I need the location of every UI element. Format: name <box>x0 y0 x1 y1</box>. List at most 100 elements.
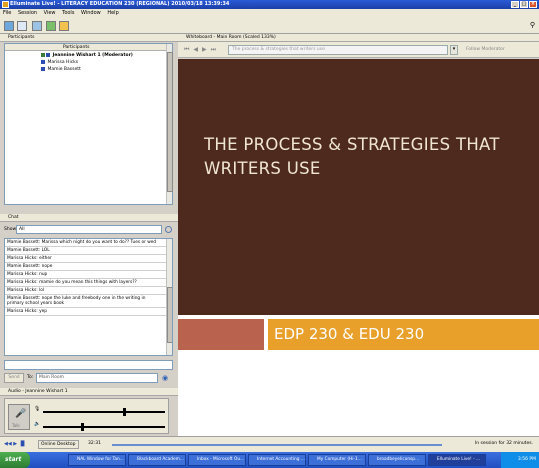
poll-icon[interactable] <box>59 21 69 31</box>
participants-title: Participants <box>8 35 35 40</box>
send-button[interactable]: Send <box>4 373 24 383</box>
mic-icon <box>41 52 45 57</box>
minimize-button[interactable]: _ <box>511 1 519 8</box>
person-icon <box>41 66 45 71</box>
scrollbar-thumb[interactable] <box>167 287 172 343</box>
whiteboard-toolbar: ⏮◀▶⏭ The process & strategies that write… <box>178 42 539 58</box>
whiteboard-layout-icon[interactable] <box>17 21 27 31</box>
chat-input[interactable] <box>4 360 173 370</box>
menu-bar: File Session View Tools Window Help <box>0 9 539 18</box>
slide-accent-block <box>178 319 264 350</box>
person-icon <box>46 52 50 57</box>
taskbar-item[interactable]: My Computer (Hi-1... <box>308 454 366 466</box>
page-nav-icons[interactable]: ⏮◀▶⏭ <box>184 46 220 54</box>
menu-session[interactable]: Session <box>18 10 37 16</box>
elluminate-app-icon <box>2 1 9 8</box>
main-toolbar: ⚲ <box>0 18 539 34</box>
audio-panel: 🎤 Talk 🎙 🔈 <box>4 398 169 434</box>
refresh-icon[interactable] <box>165 226 172 233</box>
participant-row-moderator[interactable]: Jeannine Wishart 1 (Moderator) <box>5 52 133 59</box>
window-title: Elluminate Live! - LITERACY EDUCATION 23… <box>10 1 230 7</box>
chat-scrollbar[interactable] <box>166 239 172 355</box>
status-bar: ◀◀ ▶ ▐▌ Online Desktop 32:31 In session … <box>0 436 539 452</box>
recipient-select[interactable]: Main Room <box>36 373 158 383</box>
taskbar-item[interactable]: Inbox - Microsoft Ou... <box>188 454 246 466</box>
slide-title-area <box>178 59 539 315</box>
chat-title: Chat <box>8 215 19 220</box>
search-icon[interactable]: ⚲ <box>530 21 535 29</box>
clock[interactable]: 3:56 PM <box>518 457 536 462</box>
send-row: Send To: Main Room ◉ <box>4 373 173 383</box>
microphone-volume-slider[interactable] <box>123 408 126 416</box>
participant-name: Jeannine Wishart 1 (Moderator) <box>52 53 133 58</box>
online-desktop-label: Online Desktop <box>41 442 76 447</box>
slide-title: THE PROCESS & STRATEGIES THAT WRITERS US… <box>204 135 500 178</box>
page-value: The process & strategies that writers us… <box>232 47 325 52</box>
system-tray: 3:56 PM <box>501 452 539 468</box>
talk-button[interactable]: 🎤 Talk <box>8 404 30 430</box>
chat-message: Marissa Hicks: yep <box>5 308 172 316</box>
follow-moderator-toggle[interactable]: Follow Moderator <box>466 47 505 52</box>
scrollbar-thumb[interactable] <box>167 52 173 192</box>
start-button[interactable]: start <box>0 452 30 468</box>
microphone-icon: 🎤 <box>15 409 27 419</box>
close-button[interactable]: × <box>529 1 537 8</box>
microphone-volume-track[interactable] <box>43 411 165 413</box>
menu-help[interactable]: Help <box>107 10 118 16</box>
chat-header: Chat <box>0 214 178 222</box>
show-label: Show <box>4 227 17 232</box>
app-share-icon[interactable] <box>32 21 42 31</box>
chat-message: Marissa Hicks: nup <box>5 271 172 279</box>
layout-icon[interactable] <box>4 21 14 31</box>
start-label: start <box>5 456 22 463</box>
participants-list: Participants Jeannine Wishart 1 (Moderat… <box>4 43 173 205</box>
chat-message: Mamie Bassett: Marissa which night do yo… <box>5 239 172 247</box>
participants-header: Participants <box>0 34 178 42</box>
session-timeline <box>112 444 442 446</box>
taskbar-item[interactable]: broadbeyeliconsp... <box>368 454 426 466</box>
session-clock: 32:31 <box>88 441 101 446</box>
chat-message: Marissa Hicks: mamie do you mean this th… <box>5 279 172 287</box>
speaker-volume-slider[interactable] <box>81 423 84 431</box>
participant-name: Marissa Hicks <box>47 60 79 65</box>
whiteboard-slide[interactable]: THE PROCESS & STRATEGIES THAT WRITERS US… <box>178 59 539 436</box>
audio-title: Audio - Jeannine Wishart 1 <box>8 389 68 394</box>
participant-row[interactable]: Mamie Bassett <box>5 66 81 73</box>
chat-message: Mamie Bassett: nope the luke and freebod… <box>5 295 172 308</box>
windows-taskbar: start NAL Window for Tan... Blackboard A… <box>0 452 539 468</box>
follow-moderator-label: Follow Moderator <box>466 47 505 52</box>
status-icons[interactable]: ◀◀ ▶ ▐▌ <box>4 441 26 447</box>
chat-messages: Mamie Bassett: Marissa which night do yo… <box>4 238 173 356</box>
taskbar-item[interactable]: Internet Accounting ... <box>248 454 306 466</box>
whiteboard-header: Whiteboard - Main Room (Scaled 133%) <box>178 34 539 42</box>
audio-header: Audio - Jeannine Wishart 1 <box>0 388 178 396</box>
eye-icon[interactable]: ◉ <box>162 374 168 382</box>
taskbar-item[interactable]: NAL Window for Tan... <box>68 454 126 466</box>
page-select[interactable]: The process & strategies that writers us… <box>228 45 448 55</box>
show-select[interactable]: All <box>16 225 162 234</box>
taskbar-item-active[interactable]: Elluminate Live! - ... <box>428 454 486 466</box>
participants-column-label: Participants <box>63 45 90 50</box>
session-duration: In session for 32 minutes. <box>474 441 533 446</box>
whiteboard-title: Whiteboard - Main Room (Scaled 133%) <box>186 35 276 40</box>
speaker-icon: 🔈 <box>34 421 41 427</box>
chat-message: Mamie Bassett: nope <box>5 263 172 271</box>
participant-name: Mamie Bassett <box>47 67 81 72</box>
window-title-bar[interactable]: Elluminate Live! - LITERACY EDUCATION 23… <box>0 0 539 9</box>
participants-scrollbar[interactable] <box>166 44 173 204</box>
maximize-button[interactable]: □ <box>520 1 528 8</box>
slide-subtitle: EDP 230 & EDU 230 <box>274 325 425 343</box>
menu-view[interactable]: View <box>44 10 56 16</box>
web-tour-icon[interactable] <box>46 21 56 31</box>
speaker-volume-track[interactable] <box>43 426 165 428</box>
online-desktop-button[interactable]: Online Desktop <box>38 440 79 449</box>
person-icon <box>41 59 45 64</box>
menu-tools[interactable]: Tools <box>62 10 74 16</box>
participant-row[interactable]: Marissa Hicks <box>5 59 78 66</box>
participants-column-header[interactable]: Participants <box>5 44 172 51</box>
menu-file[interactable]: File <box>3 10 11 16</box>
page-dropdown-button[interactable]: ▾ <box>450 45 458 55</box>
menu-window[interactable]: Window <box>81 10 101 16</box>
taskbar-item[interactable]: Blackboard Academ... <box>128 454 186 466</box>
chat-filter-row: Show All <box>4 225 173 235</box>
